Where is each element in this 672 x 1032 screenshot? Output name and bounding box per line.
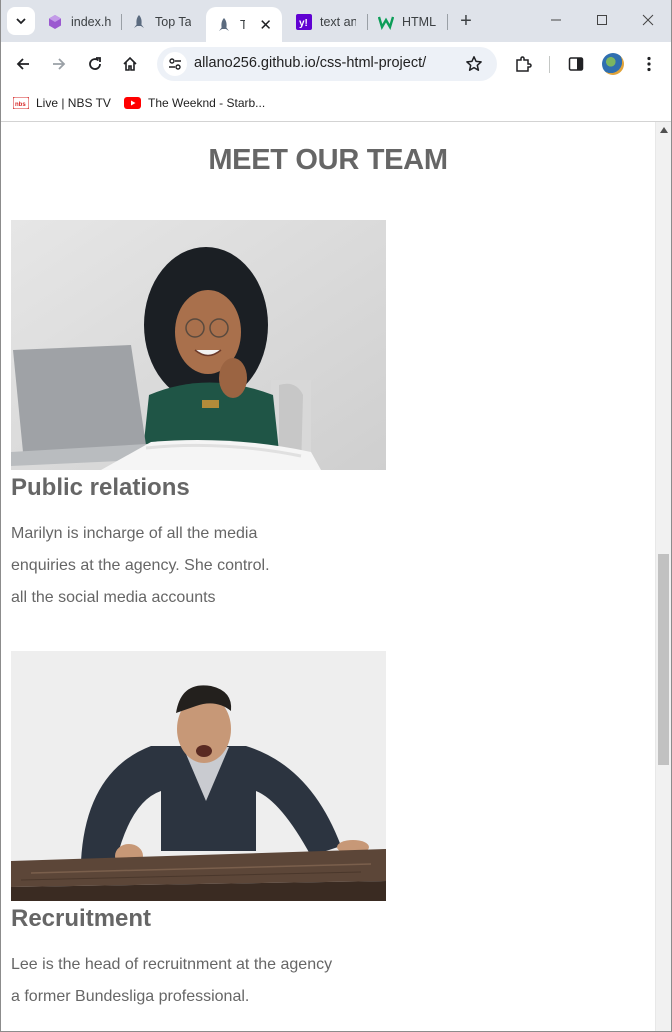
member-description-line: Marilyn is incharge of all the media [11,525,258,542]
home-button[interactable] [116,50,144,78]
reload-icon [89,57,101,70]
bookmark-nbs[interactable]: nbs Live | NBS TV [13,93,111,113]
tab-separator [367,14,368,30]
scroll-up-arrow-icon[interactable] [660,127,668,133]
site-info-button[interactable] [163,52,187,76]
bookmark-label: The Weeknd - Starb... [148,96,266,110]
bookmark-weeknd[interactable]: The Weeknd - Starb... [124,93,265,113]
extensions-button[interactable] [509,50,537,78]
close-icon[interactable]: ✕ [259,16,272,34]
tab-active[interactable]: To ✕ [206,7,282,42]
member-role: Recruitment [11,905,152,932]
page-scrollbar[interactable] [655,122,671,1031]
bookmark-star-button[interactable] [463,53,485,75]
back-button[interactable] [9,50,37,78]
side-panel-button[interactable] [562,50,590,78]
minimize-icon [551,19,561,21]
cube-icon [47,14,63,30]
page-title: MEET OUR TEAM [208,144,448,176]
tab-search-button[interactable] [7,7,35,35]
svg-text:y!: y! [299,18,308,29]
tab-top-ta[interactable]: Top Ta [131,8,191,36]
close-window-button[interactable] [633,6,663,34]
home-icon [123,56,137,71]
bookmarks-bar: nbs Live | NBS TV The Weeknd - Starb... [0,86,672,122]
puzzle-icon [516,56,532,72]
member-description-line: Lee is the head of recruitnment at the a… [11,956,333,973]
forward-button[interactable] [45,50,73,78]
reload-button[interactable] [81,50,109,78]
svg-text:nbs: nbs [15,102,26,108]
arrow-right-icon [53,58,66,70]
menu-button[interactable] [635,50,663,78]
member-description-line: enquiries at the agency. She control. [11,557,270,574]
minimize-button[interactable] [541,6,571,34]
arrow-left-icon [16,58,29,70]
toolbar-divider [549,56,550,73]
yahoo-icon: y! [296,14,312,30]
page-viewport: MEET OUR TEAM Public relations Marilyn i… [1,122,655,1031]
profile-avatar[interactable] [602,53,624,75]
tab-index[interactable]: index.h [47,8,117,36]
youtube-icon [124,97,141,109]
tab-html[interactable]: HTML [378,8,438,36]
scrollbar-thumb[interactable] [658,554,669,765]
team-member-photo [11,651,386,901]
rocket-icon [216,17,232,33]
url-text[interactable]: allano256.github.io/css-html-project/ [194,55,426,71]
member-description: Marilyn is incharge of all the media enq… [11,518,270,614]
tab-strip: index.h Top Ta To ✕ y! text an HTML + [0,0,672,42]
star-icon [466,56,482,71]
close-icon [642,14,654,26]
maximize-button[interactable] [587,6,617,34]
tune-icon [169,58,181,70]
address-bar[interactable]: allano256.github.io/css-html-project/ [157,47,497,81]
bookmark-label: Live | NBS TV [36,96,111,110]
rocket-icon [131,14,147,30]
team-member-photo [11,220,386,470]
chevron-down-icon [16,18,26,25]
member-description-line: a former Bundesliga professional. [11,988,250,1005]
nbs-icon: nbs [13,97,29,109]
member-description: Lee is the head of recruitnment at the a… [11,949,332,1013]
browser-toolbar: allano256.github.io/css-html-project/ [0,42,672,86]
w-logo-icon [378,14,394,30]
maximize-icon [597,15,607,25]
window-frame [0,0,1,1032]
member-role: Public relations [11,474,190,501]
member-description-line: all the social media accounts [11,589,216,606]
more-vert-icon [647,56,651,72]
tab-separator [121,14,122,30]
side-panel-icon [568,57,584,71]
tab-separator [447,14,448,30]
tab-text-an[interactable]: y! text an [296,8,356,36]
new-tab-button[interactable]: + [455,9,477,33]
